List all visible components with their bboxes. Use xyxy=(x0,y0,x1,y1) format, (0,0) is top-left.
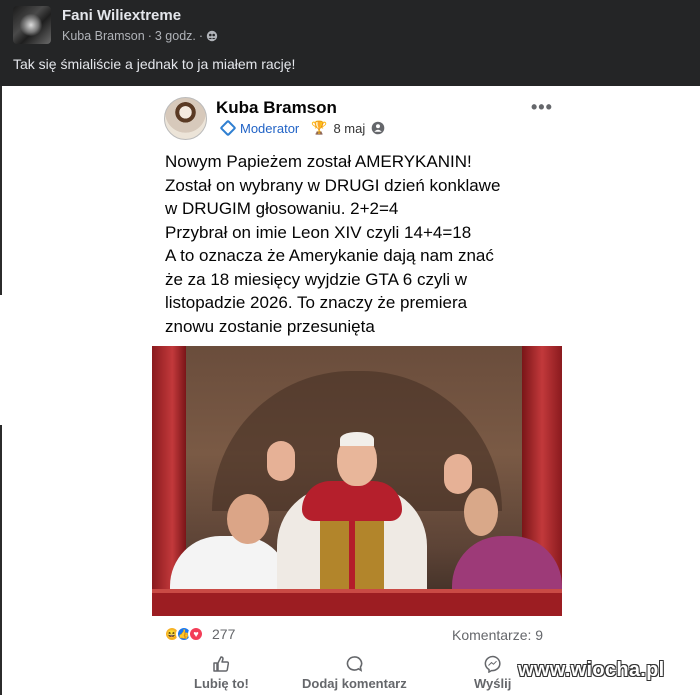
comment-label: Dodaj komentarz xyxy=(302,676,407,691)
more-options-icon[interactable]: ••• xyxy=(531,97,553,118)
post-actions: Lubię to! Dodaj komentarz Wyślij xyxy=(160,655,560,695)
like-label: Lubię to! xyxy=(194,676,249,691)
moderator-label: Moderator xyxy=(240,120,300,136)
reaction-summary[interactable]: 😆 👍 ♥ 277 xyxy=(164,626,235,642)
inner-post-date[interactable]: 8 maj xyxy=(333,121,365,136)
photo-figure-left xyxy=(170,536,290,596)
privacy-group-icon[interactable] xyxy=(371,121,385,135)
reaction-count: 277 xyxy=(212,626,236,642)
post-line: że za 18 miesięcy wyjdzie GTA 6 czyli w xyxy=(165,269,467,289)
photo-hand-left xyxy=(267,441,295,481)
post-line: A to oznacza że Amerykanie dają nam znać xyxy=(165,246,494,265)
outer-post: Fani Wiliextreme Kuba Bramson · 3 godz. … xyxy=(0,0,700,86)
privacy-group-icon[interactable] xyxy=(206,30,218,42)
post-line: Przybrał on imie Leon XIV czyli 14+4=18 xyxy=(165,222,472,242)
trophy-icon: 🏆 xyxy=(311,120,328,135)
love-reaction-icon: ♥ xyxy=(188,626,204,642)
post-line: Został on wybrany w DRUGI dzień konklawe xyxy=(165,175,501,195)
send-button[interactable]: Wyślij xyxy=(474,655,511,691)
photo-hand-right xyxy=(444,454,472,494)
messenger-icon xyxy=(484,655,501,673)
post-line: w DRUGIM głosowaniu. 2+2=4 xyxy=(165,199,399,218)
comment-button[interactable]: Dodaj komentarz xyxy=(302,655,407,691)
meta-separator: · xyxy=(198,29,204,43)
post-line: znowu zostanie przesunięta xyxy=(165,316,375,336)
outer-post-time[interactable]: 3 godz. xyxy=(155,29,196,43)
post-photo[interactable] xyxy=(152,346,562,616)
inner-author-name[interactable]: Kuba Bramson xyxy=(216,98,337,118)
meta-separator: · xyxy=(147,29,152,43)
photo-balcony xyxy=(152,593,562,616)
thumbs-up-icon xyxy=(213,656,230,672)
outer-author-name[interactable]: Fani Wiliextreme xyxy=(62,7,181,24)
comment-icon xyxy=(347,656,363,672)
post-line: listopadzie 2026. To znaczy że premiera xyxy=(165,293,468,312)
outer-shared-from[interactable]: Kuba Bramson xyxy=(62,29,145,43)
left-border-gap xyxy=(0,295,2,425)
photo-figure-right-head xyxy=(464,488,498,536)
photo-pope-mozzetta xyxy=(302,481,402,521)
inner-post-text: Nowym Papieżem został AMERYKANIN! Został… xyxy=(165,150,545,338)
site-watermark: www.wiocha.pl xyxy=(518,659,665,681)
moderator-badge[interactable]: Moderator xyxy=(219,119,300,137)
photo-pope-zucchetto xyxy=(340,432,374,446)
photo-figure-left-head xyxy=(227,494,269,544)
moderator-diamond-icon xyxy=(219,119,237,137)
post-line: Nowym Papieżem został AMERYKANIN! xyxy=(165,152,472,171)
comments-count[interactable]: Komentarze: 9 xyxy=(452,627,543,643)
send-label: Wyślij xyxy=(474,676,512,691)
like-button[interactable]: Lubię to! xyxy=(194,655,249,691)
inner-author-avatar[interactable] xyxy=(164,97,207,140)
outer-post-meta: Kuba Bramson · 3 godz. · xyxy=(62,29,218,43)
outer-post-text: Tak się śmialiście a jednak to ja miałem… xyxy=(13,56,296,72)
inner-post-meta: Moderator 🏆 8 maj xyxy=(219,119,385,137)
outer-author-avatar[interactable] xyxy=(13,6,51,44)
